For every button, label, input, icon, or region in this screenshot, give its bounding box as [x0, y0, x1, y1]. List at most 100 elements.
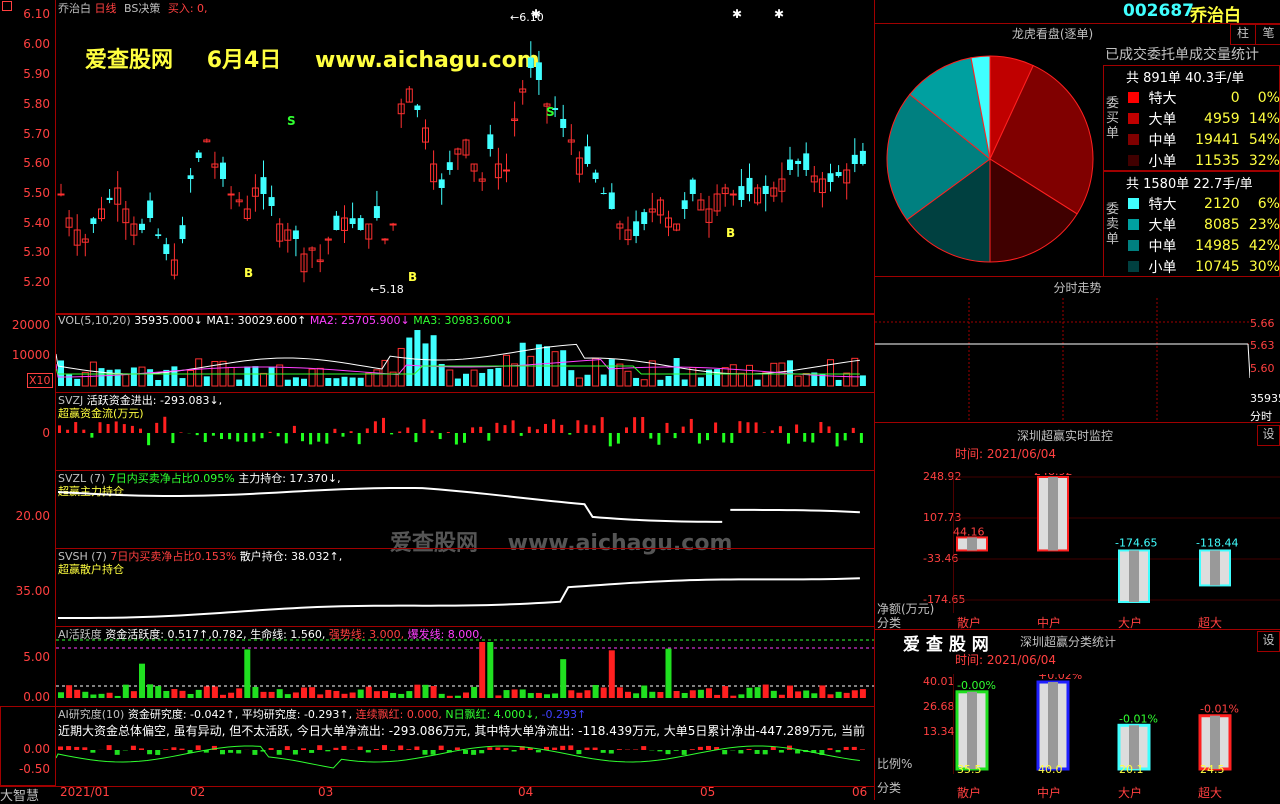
pen-toggle-button[interactable]: 笔 — [1255, 24, 1280, 45]
volume-bar — [285, 380, 291, 386]
volume-bar — [828, 360, 834, 386]
svzj-bar — [512, 420, 515, 433]
svzj-bar — [325, 433, 328, 444]
ai-activity-bars[interactable] — [56, 626, 874, 706]
stock-name: 乔治白 — [1190, 1, 1241, 26]
candle-body — [560, 119, 566, 128]
candle-body — [107, 198, 113, 200]
svzj-bar — [147, 433, 150, 445]
candle-body — [860, 151, 866, 164]
svzj-bar — [439, 433, 442, 439]
ai-bar — [860, 689, 866, 698]
ai-bar — [252, 687, 258, 698]
ai-bar — [479, 642, 485, 698]
ai-bar — [131, 691, 137, 698]
volume-bar — [722, 368, 728, 386]
candle-body — [374, 206, 380, 218]
ai-bar — [576, 693, 582, 698]
ai-bar — [244, 649, 250, 698]
volume-bar — [463, 374, 469, 386]
candlestick-chart[interactable]: ✱✱✱ — [56, 0, 874, 314]
research-bar — [90, 750, 95, 753]
sell-orders-box: 委卖单 共 1580单 22.7手/单 特大21206%大单808523%中单1… — [1103, 171, 1280, 277]
monitor-category-label: 分类 — [877, 614, 901, 631]
ai-bar — [568, 690, 574, 698]
ai-bar — [261, 692, 267, 698]
classify-category: 大户 — [1118, 784, 1142, 801]
svzj-bar — [155, 423, 158, 433]
svzj-bar — [560, 425, 563, 433]
volume-bar — [852, 358, 858, 386]
minute-panel[interactable]: 分时走势 5.66 5.63 5.60 35935 分时 — [875, 277, 1280, 423]
volume-bar — [180, 378, 186, 386]
menu-icon[interactable] — [2, 1, 12, 11]
ai-bar — [852, 690, 858, 698]
ai-bar — [819, 685, 825, 698]
ai-research-chart[interactable] — [56, 738, 874, 786]
candle-body — [730, 194, 736, 195]
svzj-bar — [447, 432, 450, 433]
volume-bar — [123, 375, 129, 386]
volume-bar — [155, 380, 161, 386]
order-volume: 0 — [1187, 90, 1240, 106]
svzj-bar — [333, 429, 336, 433]
monitor-settings-button[interactable]: 设 — [1257, 425, 1280, 446]
research-extra: -0.293↑ — [541, 708, 586, 721]
volume-bar — [609, 359, 615, 386]
classify-settings-button[interactable]: 设 — [1257, 631, 1280, 652]
candle-body — [585, 146, 591, 164]
svzj-bar — [406, 428, 409, 433]
candle-body — [333, 216, 339, 230]
research-comment: 近期大资金总体偏空, 虽有异动, 但不太活跃, 今日大单净流出: -293.08… — [58, 722, 874, 739]
research-bar — [738, 750, 743, 753]
ai-bar — [301, 687, 307, 698]
volume-bar — [204, 376, 210, 386]
volume-bar — [261, 373, 267, 386]
ai-bar — [722, 686, 728, 698]
svzj-bar — [617, 433, 620, 444]
classify-category: 中户 — [1037, 784, 1061, 801]
right-title-bar: 002687 乔治白 — [875, 0, 1280, 24]
minute-chart[interactable] — [875, 298, 1250, 422]
minute-tick: 5.63 — [1250, 339, 1275, 352]
research-bar — [325, 750, 330, 751]
volume-bar — [479, 373, 485, 386]
volume-bar — [171, 366, 177, 386]
buy-total: 共 891单 40.3手/单 — [1126, 67, 1244, 86]
volume-bar — [819, 375, 825, 386]
candle-body — [528, 58, 534, 68]
research-bar — [358, 747, 363, 750]
svzj-bar — [674, 433, 677, 438]
svzj-bar — [787, 433, 790, 444]
minute-volume: 35935 — [1250, 392, 1280, 405]
classify-change: +0.02% — [1038, 674, 1082, 682]
monitor-category: 超大 — [1198, 614, 1222, 631]
minute-tick: 5.66 — [1250, 317, 1275, 330]
svzj-bar — [690, 419, 693, 433]
candle-body — [536, 62, 542, 80]
svzj-bars[interactable] — [56, 392, 874, 470]
research-bar — [795, 750, 800, 753]
research-bar — [609, 750, 614, 754]
research-bar — [585, 748, 590, 750]
volume-bar — [277, 365, 283, 386]
volume-bar — [657, 380, 663, 386]
candle-body — [828, 173, 834, 182]
star-marker: ✱ — [774, 7, 784, 21]
research-bar — [682, 750, 687, 755]
bar-toggle-button[interactable]: 柱 — [1230, 24, 1256, 45]
volume-bars[interactable] — [56, 314, 874, 392]
svsh-line[interactable] — [56, 548, 874, 626]
ai-bar — [504, 690, 510, 698]
order-type: 中单 — [1149, 236, 1187, 256]
ai-bar — [333, 691, 339, 698]
order-type: 特大 — [1149, 88, 1187, 108]
volume-bar — [763, 373, 769, 386]
volume-bar — [423, 343, 429, 386]
color-swatch — [1128, 240, 1139, 251]
candle-body — [382, 239, 388, 240]
svzj-bar — [487, 433, 490, 441]
order-volume: 10745 — [1187, 259, 1240, 275]
classify-tick: 13.34 — [923, 725, 955, 738]
order-volume: 14985 — [1187, 238, 1240, 254]
